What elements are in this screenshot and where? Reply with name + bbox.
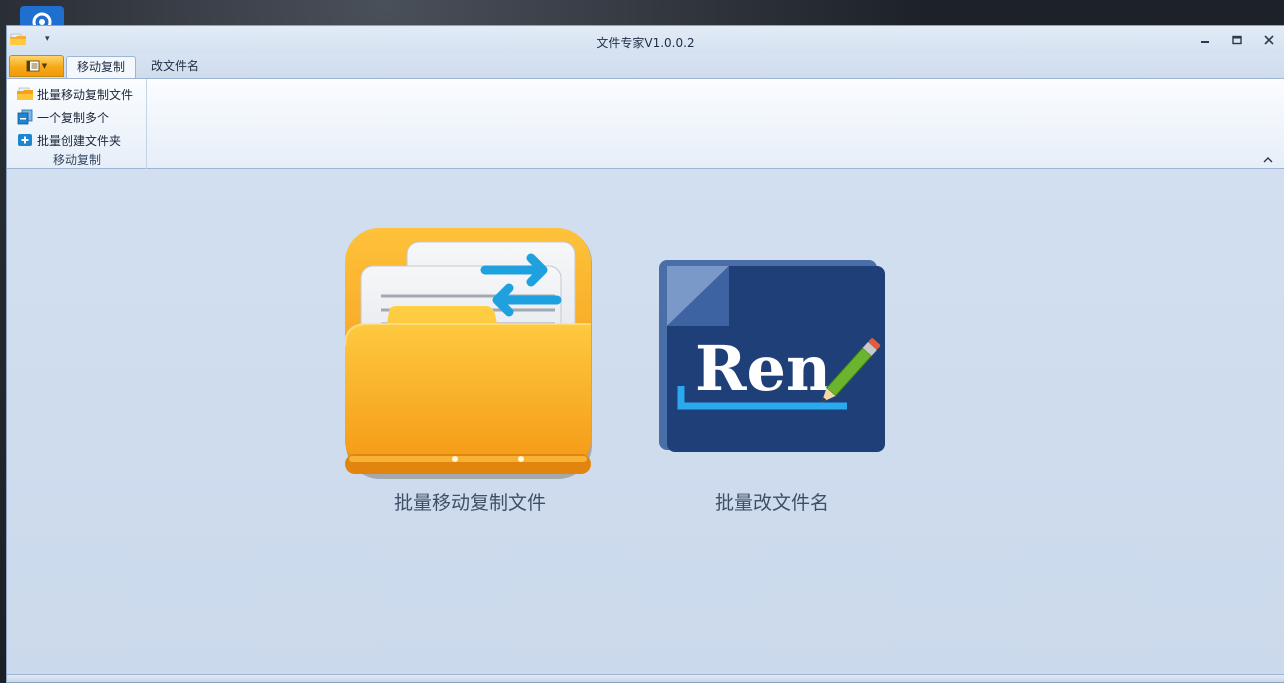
main-window: ▾ 文件专家V1.0.0.2 ▼ 移动复制 改文件名 批量移动复制文件 一个复制… bbox=[6, 25, 1284, 683]
ribbon-item-label: 批量移动复制文件 bbox=[37, 87, 134, 102]
maximize-icon bbox=[1232, 35, 1242, 45]
close-icon bbox=[1264, 35, 1274, 45]
tab-move-copy[interactable]: 移动复制 bbox=[66, 56, 137, 78]
ribbon-item-label: 批量创建文件夹 bbox=[37, 133, 122, 148]
ribbon-panel: 批量移动复制文件 一个复制多个 批量创建文件夹 移动复制 bbox=[7, 78, 1284, 169]
tile-label: 批量移动复制文件 bbox=[393, 492, 546, 514]
title-bar: ▾ 文件专家V1.0.0.2 bbox=[7, 26, 1284, 54]
minimize-icon bbox=[1201, 41, 1209, 43]
batch-create-folder-button[interactable]: 批量创建文件夹 bbox=[17, 130, 121, 150]
chevron-down-icon: ▼ bbox=[41, 62, 48, 70]
new-folder-plus-icon bbox=[18, 134, 32, 146]
main-content: 批量移动复制文件 Ren 批量改文件名 bbox=[7, 170, 1284, 676]
app-menu-icon bbox=[26, 60, 40, 72]
copy-multiple-icon bbox=[17, 109, 33, 125]
ribbon-group-move-copy: 批量移动复制文件 一个复制多个 批量创建文件夹 移动复制 bbox=[7, 79, 147, 169]
application-menu-button[interactable]: ▼ bbox=[9, 55, 64, 77]
folder-icon bbox=[17, 87, 33, 100]
collapse-ribbon-icon[interactable] bbox=[1262, 155, 1274, 165]
minimize-button[interactable] bbox=[1194, 32, 1216, 48]
ribbon-group-label: 移动复制 bbox=[52, 153, 101, 167]
ribbon-tab-bar: ▼ 移动复制 改文件名 bbox=[7, 54, 1284, 78]
batch-move-copy-button[interactable]: 批量移动复制文件 bbox=[17, 84, 133, 104]
close-button[interactable] bbox=[1258, 32, 1280, 48]
status-bar bbox=[7, 674, 1284, 682]
tile-batch-rename[interactable]: Ren 批量改文件名 bbox=[659, 260, 885, 518]
tile-label: 批量改文件名 bbox=[714, 492, 829, 514]
desktop-background bbox=[0, 0, 1284, 26]
rename-document-icon: Ren bbox=[659, 260, 885, 452]
tile-batch-move-copy[interactable]: 批量移动复制文件 bbox=[345, 228, 595, 518]
window-title: 文件专家V1.0.0.2 bbox=[596, 36, 695, 50]
copy-one-to-many-button[interactable]: 一个复制多个 bbox=[17, 107, 109, 127]
tab-rename[interactable]: 改文件名 bbox=[141, 56, 209, 78]
ribbon-item-label: 一个复制多个 bbox=[37, 110, 110, 125]
maximize-button[interactable] bbox=[1226, 32, 1248, 48]
ren-logo-text: Ren bbox=[695, 332, 831, 405]
folder-transfer-icon bbox=[345, 228, 592, 479]
